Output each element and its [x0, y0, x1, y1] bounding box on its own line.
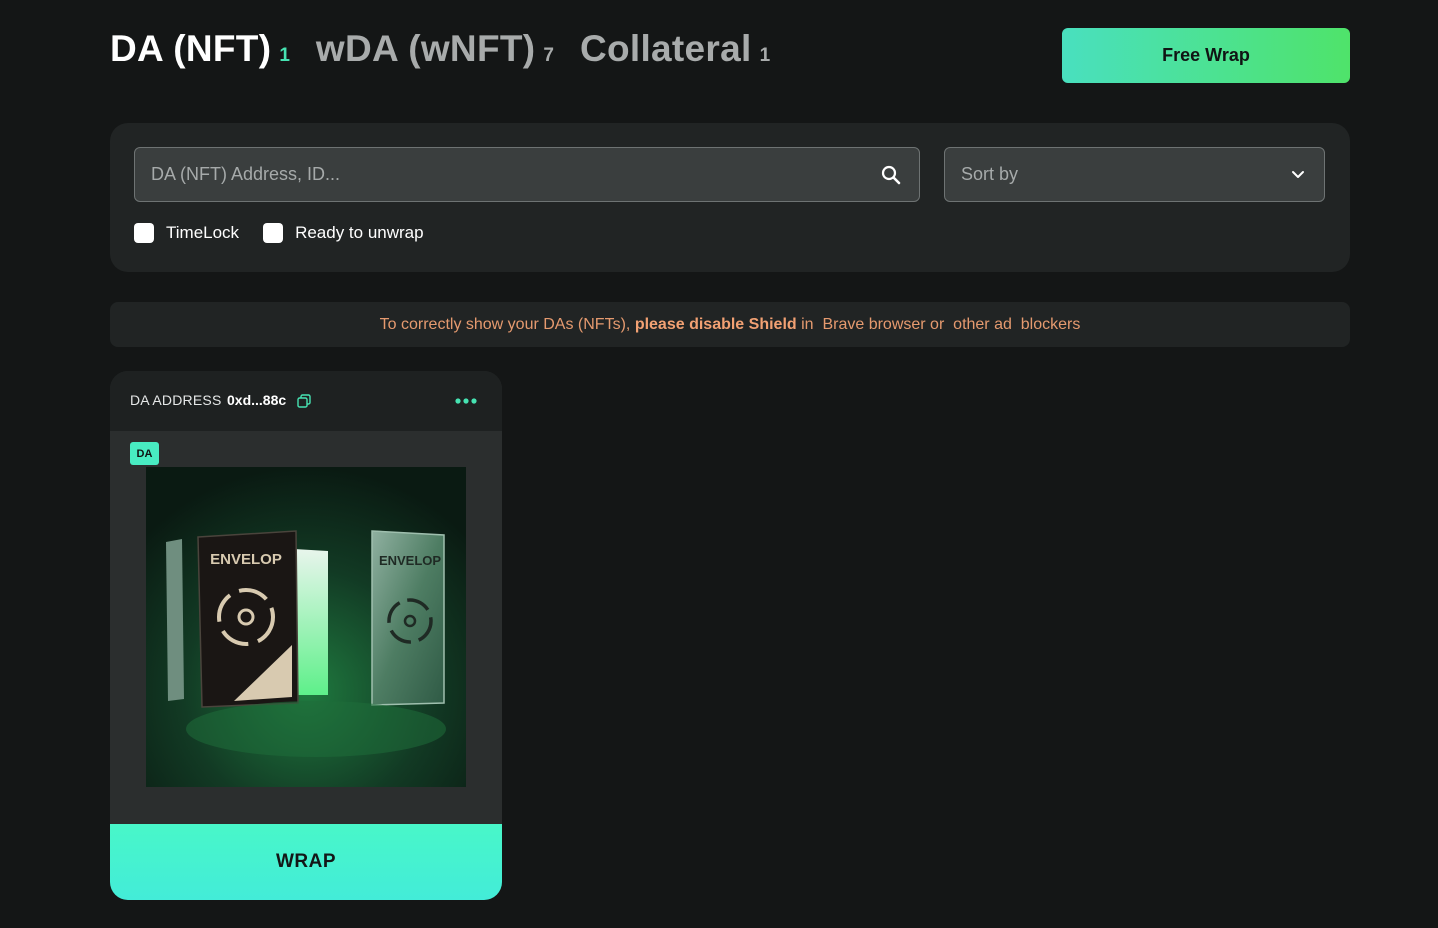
- more-dots-icon[interactable]: [454, 394, 478, 408]
- ad-blocker-notice: To correctly show your DAs (NFTs), pleas…: [110, 302, 1350, 347]
- tab-label: wDA (wNFT): [315, 28, 536, 69]
- ready-to-unwrap-checkbox[interactable]: [263, 223, 284, 243]
- tab-count: 7: [543, 45, 554, 66]
- notice-prefix: To correctly show your DAs (NFTs),: [379, 315, 631, 333]
- search-input[interactable]: [151, 148, 851, 201]
- da-badge: DA: [130, 442, 159, 465]
- nft-image[interactable]: ENVELOP ENVELOP: [146, 467, 466, 787]
- tab-bar: DA (NFT) 1 wDA (wNFT) 7 Collateral 1: [110, 28, 770, 70]
- sort-label: Sort by: [961, 164, 1019, 184]
- tab-count: 1: [759, 45, 771, 66]
- tab-da-nft[interactable]: DA (NFT) 1: [110, 28, 290, 70]
- tab-collateral[interactable]: Collateral 1: [580, 28, 770, 70]
- wrap-button[interactable]: WRAP: [110, 824, 502, 900]
- search-box: [134, 147, 920, 202]
- card-header: DA ADDRESS 0xd...88c: [110, 371, 502, 431]
- address-value: 0xd...88c: [227, 392, 287, 408]
- timelock-checkbox[interactable]: [134, 223, 154, 243]
- floor-glow: [186, 701, 446, 757]
- sort-select[interactable]: Sort by: [944, 147, 1325, 202]
- left-glass-edge: [166, 539, 184, 701]
- ready-to-unwrap-filter[interactable]: Ready to unwrap: [263, 223, 424, 243]
- chevron-down-icon: [1292, 171, 1304, 178]
- timelock-filter[interactable]: TimeLock: [134, 223, 239, 243]
- nft-card: DA ADDRESS 0xd...88c DA ENVELOP ENVELOP …: [110, 371, 502, 900]
- free-wrap-button[interactable]: Free Wrap: [1062, 28, 1350, 83]
- right-card-text: ENVELOP: [379, 553, 441, 568]
- filter-panel: Sort by TimeLock Ready to unwrap: [110, 123, 1350, 272]
- search-icon[interactable]: [881, 165, 901, 185]
- tab-label: Collateral: [579, 28, 752, 69]
- page: DA (NFT) 1 wDA (wNFT) 7 Collateral 1 Fre…: [0, 0, 1438, 928]
- ready-to-unwrap-label: Ready to unwrap: [295, 223, 424, 242]
- tab-label: DA (NFT): [110, 28, 272, 69]
- timelock-label: TimeLock: [166, 223, 240, 242]
- tab-count: 1: [279, 45, 290, 66]
- checkbox-group: TimeLock Ready to unwrap: [134, 223, 424, 243]
- notice-suffix: in Brave browser or other ad blockers: [801, 315, 1081, 333]
- copy-icon[interactable]: [297, 394, 311, 408]
- address-label: DA ADDRESS: [130, 392, 222, 408]
- notice-bold: please disable Shield: [634, 315, 797, 333]
- main-card-text: ENVELOP: [210, 551, 282, 568]
- glow-panel: [294, 549, 328, 695]
- tab-wda-wnft[interactable]: wDA (wNFT) 7: [316, 28, 554, 70]
